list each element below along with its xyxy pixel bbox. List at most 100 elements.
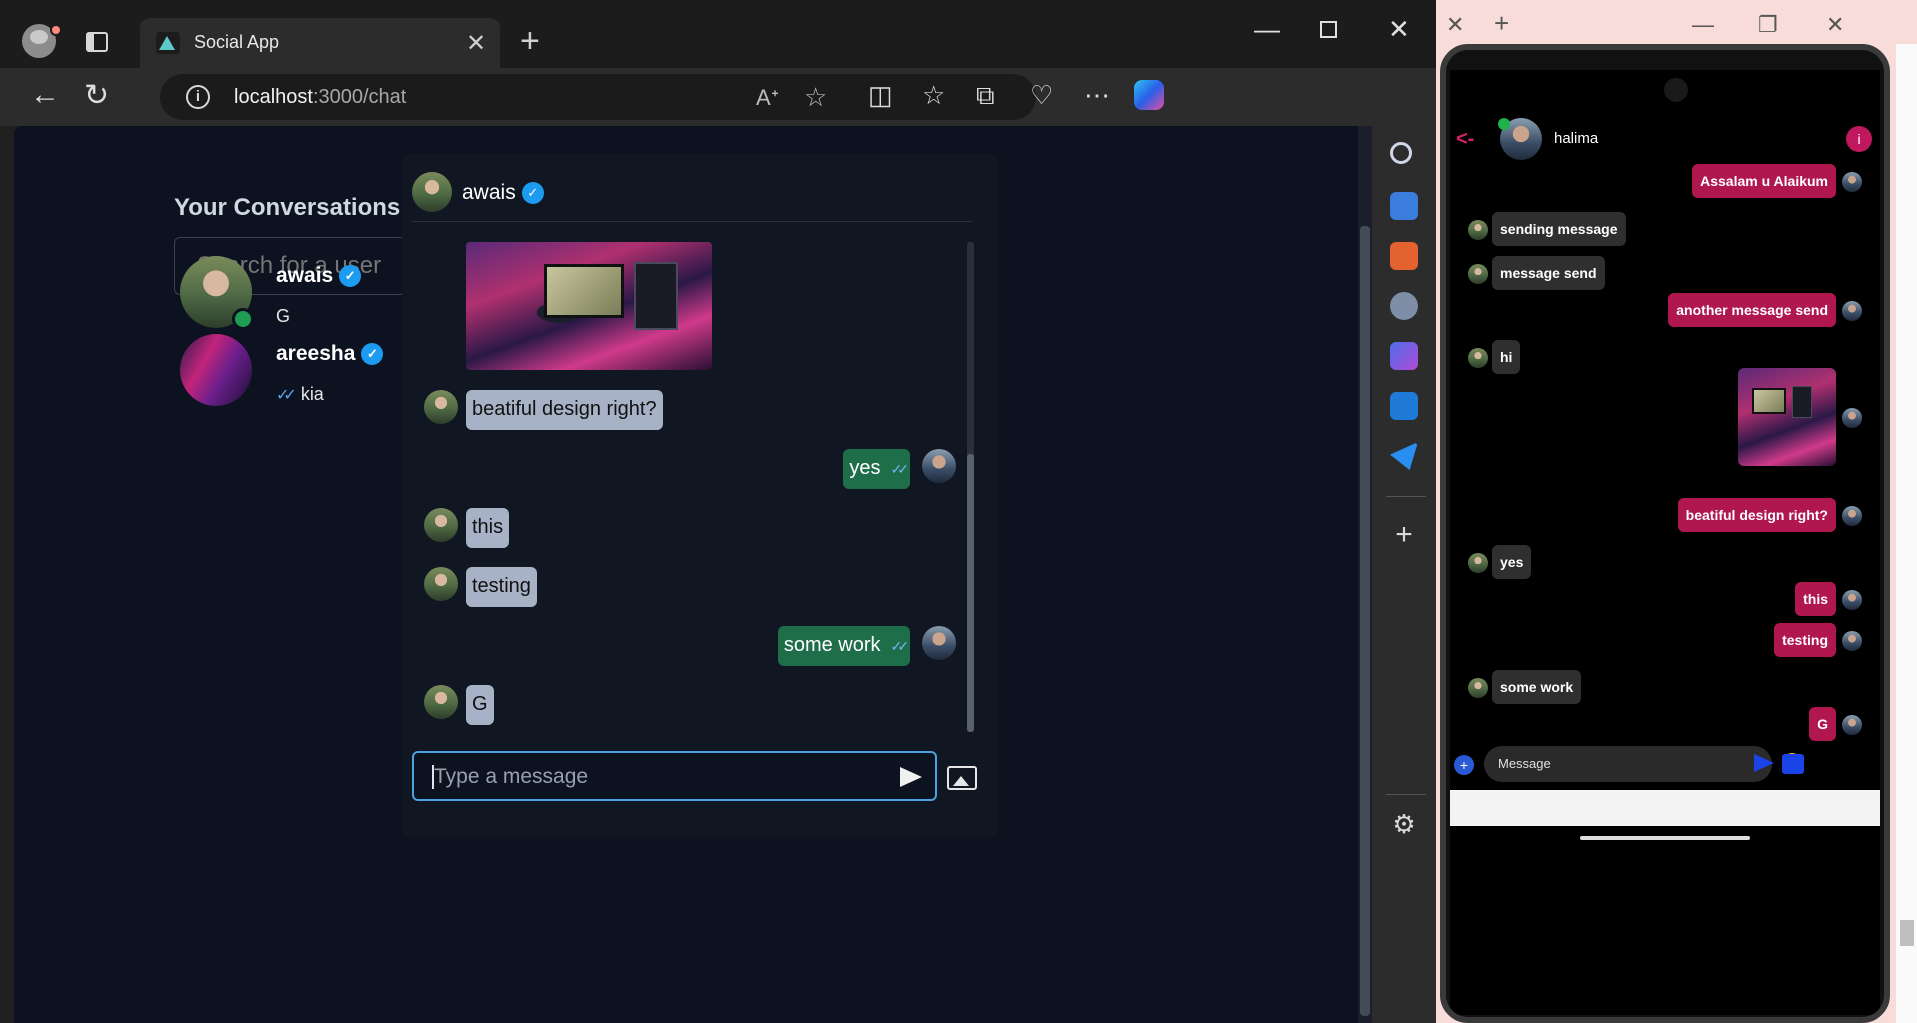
avatar bbox=[1842, 172, 1862, 192]
search-icon[interactable] bbox=[1390, 142, 1412, 164]
edge-sidebar: + ⚙ bbox=[1372, 126, 1436, 1023]
emulator-add-icon[interactable]: + bbox=[1494, 8, 1509, 39]
conversations-title: Your Conversations bbox=[174, 194, 401, 221]
keyboard-area bbox=[1450, 790, 1880, 826]
browser-essentials-icon[interactable]: ♡ bbox=[1030, 80, 1053, 111]
image-pc-tower bbox=[1792, 386, 1812, 418]
online-status-indicator bbox=[232, 308, 254, 330]
tab-social-app[interactable]: Social App ✕ bbox=[140, 18, 500, 68]
copilot-icon[interactable] bbox=[1134, 80, 1164, 110]
avatar bbox=[424, 390, 458, 424]
tab-bar: Social App ✕ + — ✕ bbox=[0, 0, 1436, 68]
shopping-tag-icon[interactable] bbox=[1390, 192, 1418, 220]
settings-gear-icon[interactable]: ⚙ bbox=[1390, 810, 1418, 838]
message-bubble: yes ✓✓ bbox=[843, 449, 910, 489]
avatar bbox=[1842, 408, 1862, 428]
avatar bbox=[1842, 506, 1862, 526]
site-info-icon[interactable]: i bbox=[186, 85, 210, 109]
address-bar[interactable]: i localhost:3000/chat Aᐩ ☆ bbox=[160, 74, 1036, 120]
message-bubble: this bbox=[1795, 582, 1836, 616]
emulator-close-window-icon[interactable]: ✕ bbox=[1826, 12, 1844, 38]
message-row: G bbox=[412, 685, 972, 729]
add-sidebar-app-icon[interactable]: + bbox=[1390, 520, 1418, 550]
games-icon[interactable] bbox=[1390, 292, 1418, 320]
close-window-icon[interactable]: ✕ bbox=[1388, 14, 1410, 45]
add-attachment-button[interactable]: + bbox=[1454, 755, 1474, 775]
seen-ticks-icon: ✓✓ bbox=[890, 638, 910, 654]
tab-close-icon[interactable]: ✕ bbox=[466, 29, 486, 58]
avatar bbox=[424, 685, 458, 719]
avatar bbox=[1842, 301, 1862, 321]
back-button[interactable]: <- bbox=[1456, 128, 1474, 151]
avatar bbox=[922, 449, 956, 483]
phone-screen: <- halima i Assalam u Alaikum sending me… bbox=[1450, 70, 1880, 1015]
browser-window: Social App ✕ + — ✕ ← ↻ i localhost:3000/… bbox=[0, 0, 1436, 1023]
home-gesture-bar[interactable] bbox=[1580, 836, 1750, 840]
outlook-icon[interactable] bbox=[1390, 392, 1418, 420]
tab-actions-icon[interactable] bbox=[86, 32, 108, 52]
message-input-placeholder: Type a message bbox=[434, 765, 589, 788]
gallery-icon[interactable] bbox=[1782, 754, 1804, 774]
maximize-icon[interactable] bbox=[1320, 14, 1337, 45]
image-pc-tower bbox=[634, 262, 678, 330]
message-row bbox=[412, 242, 972, 372]
message-bubble: beatiful design right? bbox=[1677, 498, 1836, 532]
message-image[interactable] bbox=[1738, 368, 1836, 466]
verified-badge-icon: ✓ bbox=[339, 265, 362, 288]
avatar bbox=[424, 567, 458, 601]
message-row: beatiful design right? bbox=[412, 390, 972, 434]
emulator-minimize-icon[interactable]: — bbox=[1692, 12, 1714, 38]
emulator-restore-icon[interactable]: ❐ bbox=[1758, 12, 1778, 38]
microsoft365-icon[interactable] bbox=[1390, 342, 1418, 370]
message-image[interactable] bbox=[466, 242, 712, 370]
back-arrow-icon[interactable]: ← bbox=[30, 78, 60, 112]
message-bubble: some work ✓✓ bbox=[777, 626, 910, 666]
message-input[interactable]: Type a message bbox=[412, 751, 937, 801]
telegram-icon[interactable] bbox=[1390, 442, 1418, 470]
sidebar-divider bbox=[1386, 496, 1426, 497]
camera-icon bbox=[1664, 78, 1688, 102]
more-menu-icon[interactable]: ⋯ bbox=[1084, 80, 1110, 111]
avatar bbox=[922, 626, 956, 660]
chat-panel: awais ✓ beatiful design right? yes ✓✓ th… bbox=[402, 154, 998, 837]
message-bubble: another message send bbox=[1668, 293, 1836, 327]
sidebar-divider bbox=[1386, 794, 1426, 795]
image-upload-icon[interactable] bbox=[947, 766, 977, 790]
avatar bbox=[1468, 678, 1488, 698]
web-page: Your Conversations awais✓ G areesha✓ ✓✓k… bbox=[14, 126, 1372, 1023]
url-text: localhost:3000/chat bbox=[234, 86, 407, 108]
favorites-icon[interactable]: ☆ bbox=[922, 80, 945, 111]
message-row bbox=[1450, 368, 1880, 468]
tab-title: Social App bbox=[194, 32, 280, 52]
message-bubble: G bbox=[1809, 707, 1836, 741]
chat-header: awais ✓ bbox=[412, 172, 972, 222]
avatar bbox=[1468, 553, 1488, 573]
last-message: G bbox=[276, 306, 291, 326]
emulator-scrollbar[interactable] bbox=[1896, 44, 1917, 1023]
split-screen-icon[interactable]: ◫ bbox=[868, 80, 893, 111]
message-list: beatiful design right? yes ✓✓ this testin… bbox=[412, 236, 972, 736]
favorite-star-icon[interactable]: ☆ bbox=[804, 82, 827, 113]
avatar bbox=[180, 334, 252, 406]
message-bubble: testing bbox=[466, 567, 537, 607]
conversation-name: awais ✓ bbox=[276, 264, 362, 288]
send-icon[interactable] bbox=[900, 767, 922, 787]
send-icon[interactable] bbox=[1754, 754, 1774, 772]
emulator-scrollbar-thumb[interactable] bbox=[1900, 920, 1914, 946]
last-message: ✓✓ kia bbox=[276, 384, 324, 404]
collections-icon[interactable]: ⧉ bbox=[976, 80, 995, 112]
profile-notification-dot bbox=[50, 24, 62, 36]
avatar bbox=[1842, 715, 1862, 735]
message-row: testing bbox=[412, 567, 972, 611]
message-input[interactable]: Message bbox=[1484, 746, 1802, 782]
tools-icon[interactable] bbox=[1390, 242, 1418, 270]
emulator-titlebar: ✕ + — ❐ ✕ bbox=[1436, 0, 1917, 50]
refresh-icon[interactable]: ↻ bbox=[84, 78, 109, 113]
message-input-placeholder: Message bbox=[1498, 756, 1551, 771]
emulator-close-icon[interactable]: ✕ bbox=[1446, 12, 1464, 38]
page-scrollbar-thumb[interactable] bbox=[1360, 226, 1370, 1016]
read-aloud-icon[interactable]: Aᐩ bbox=[756, 85, 779, 111]
minimize-icon[interactable]: — bbox=[1254, 14, 1280, 45]
new-tab-icon[interactable]: + bbox=[520, 22, 540, 61]
info-button[interactable]: i bbox=[1846, 126, 1872, 152]
